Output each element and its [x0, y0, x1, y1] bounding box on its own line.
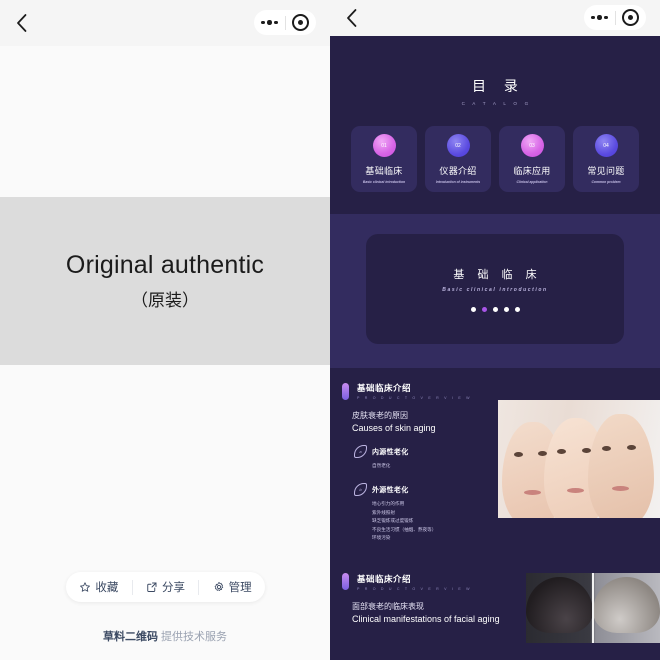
- leaf-marker-icon: b: [354, 483, 367, 497]
- skin-aging-progression-photo: [498, 400, 660, 518]
- card-title: 临床应用: [513, 166, 551, 176]
- leaf-marker-icon: a: [354, 445, 367, 458]
- section-tag-en: P R O D U C T O V E R V I E W: [357, 396, 472, 400]
- card-number-badge: 03: [520, 134, 544, 157]
- star-icon: [79, 581, 91, 593]
- share-button[interactable]: 分享: [133, 579, 199, 595]
- section-tag-en: P R O D U C T O V E R V I E W: [357, 586, 472, 591]
- manage-button[interactable]: 管理: [199, 579, 265, 595]
- footer-credit: 草料二维码 提供技术服务: [0, 628, 330, 644]
- content-section-1: 基础临床介绍 P R O D U C T O V E R V I E W 皮肤衰…: [330, 368, 660, 543]
- carousel-dot[interactable]: [514, 307, 520, 312]
- card-number-badge: 02: [446, 134, 470, 157]
- manage-label: 管理: [228, 582, 252, 594]
- hero-section: 基 础 临 床 Basic clinical introduction: [330, 214, 660, 368]
- banner-chinese-text: （原装）: [131, 291, 199, 311]
- more-dots-icon[interactable]: [254, 20, 285, 25]
- hair-graying-before-after-photo: [526, 572, 660, 643]
- section-marker-pill: [342, 573, 349, 591]
- card-subtitle: Clinical application: [516, 180, 548, 184]
- miniprogram-capsule[interactable]: [584, 5, 646, 30]
- back-icon[interactable]: [8, 9, 36, 37]
- carousel-dot[interactable]: [470, 307, 476, 312]
- catalog-title-cn: 目 录: [472, 78, 525, 94]
- card-title: 仪器介绍: [439, 166, 477, 176]
- photo-split-line: [592, 572, 594, 643]
- catalog-title-en: C A T A L O G: [461, 101, 532, 106]
- dual-screenshot-container: Original authentic （原装） 收藏 分享 管理 草料二维码 提…: [0, 0, 660, 660]
- card-number-badge: 01: [372, 134, 396, 157]
- catalog-page: 目 录 C A T A L O G 01 基础临床 Basic clinical…: [330, 36, 660, 660]
- favorite-label: 收藏: [95, 582, 119, 594]
- section-1-tag: 基础临床介绍 P R O D U C T O V E R V I E W: [330, 382, 660, 400]
- bullet-text: 环境污染: [372, 535, 391, 541]
- right-nav-bar: [330, 0, 660, 36]
- aging-cause-title: 外源性老化: [372, 486, 409, 494]
- more-dots-icon[interactable]: [584, 15, 615, 20]
- footer-suffix: 提供技术服务: [157, 631, 228, 643]
- left-nav-bar: [0, 0, 330, 46]
- card-number-badge: 04: [594, 134, 618, 157]
- target-circle-icon[interactable]: [616, 9, 647, 26]
- hair-gray-side: [593, 576, 660, 633]
- hair-dark-side: [526, 576, 593, 633]
- share-icon: [146, 581, 158, 593]
- miniprogram-capsule[interactable]: [254, 10, 316, 35]
- content-section-2: 基础临床介绍 P R O D U C T O V E R V I E W 面部衰…: [330, 556, 660, 643]
- favorite-button[interactable]: 收藏: [66, 579, 132, 595]
- catalog-card-list: 01 基础临床 Basic clinical introduction 02 仪…: [330, 126, 660, 192]
- carousel-dot[interactable]: [503, 307, 509, 312]
- card-subtitle: Introduction of instruments: [435, 180, 481, 184]
- back-icon[interactable]: [338, 4, 366, 32]
- footer-brand[interactable]: 草料二维码: [103, 631, 158, 643]
- card-title: 基础临床: [365, 166, 403, 176]
- aging-cause-title: 内源性老化: [372, 448, 409, 456]
- card-title: 常见问题: [587, 166, 625, 176]
- left-panel: Original authentic （原装） 收藏 分享 管理 草料二维码 提…: [0, 0, 330, 660]
- section-tag-cn: 基础临床介绍: [357, 573, 412, 584]
- catalog-card-3[interactable]: 03 临床应用 Clinical application: [499, 126, 565, 192]
- section-marker-pill: [342, 382, 349, 400]
- face-aged: [588, 414, 654, 518]
- banner-english-text: Original authentic: [65, 250, 265, 279]
- card-subtitle: Basic clinical introduction: [362, 180, 406, 184]
- gear-icon: [213, 581, 225, 593]
- bullet-text: 缺乏锻炼或过度锻炼: [372, 518, 414, 524]
- carousel-dots[interactable]: [470, 307, 520, 312]
- right-panel: 目 录 C A T A L O G 01 基础临床 Basic clinical…: [330, 0, 660, 660]
- catalog-card-4[interactable]: 04 常见问题 Common problem: [573, 126, 639, 192]
- catalog-heading: 目 录 C A T A L O G: [330, 76, 660, 106]
- hero-title: 基 础 临 床: [453, 269, 542, 281]
- carousel-dot-active[interactable]: [481, 307, 487, 312]
- section-tag-cn: 基础临床介绍: [357, 383, 412, 393]
- share-label: 分享: [162, 582, 185, 594]
- bullet-text: 不良生活习惯（抽烟、熬夜等）: [372, 526, 437, 532]
- product-banner: Original authentic （原装）: [0, 197, 330, 365]
- target-circle-icon[interactable]: [286, 14, 317, 31]
- hero-card: 基 础 临 床 Basic clinical introduction: [366, 234, 624, 344]
- hero-subtitle: Basic clinical introduction: [442, 287, 548, 293]
- card-subtitle: Common problem: [591, 180, 621, 184]
- left-page-body: Original authentic （原装） 收藏 分享 管理 草料二维码 提…: [0, 46, 330, 660]
- action-bar: 收藏 分享 管理: [66, 572, 265, 602]
- carousel-dot[interactable]: [492, 307, 498, 312]
- catalog-card-1[interactable]: 01 基础临床 Basic clinical introduction: [351, 126, 417, 192]
- catalog-card-2[interactable]: 02 仪器介绍 Introduction of instruments: [425, 126, 491, 192]
